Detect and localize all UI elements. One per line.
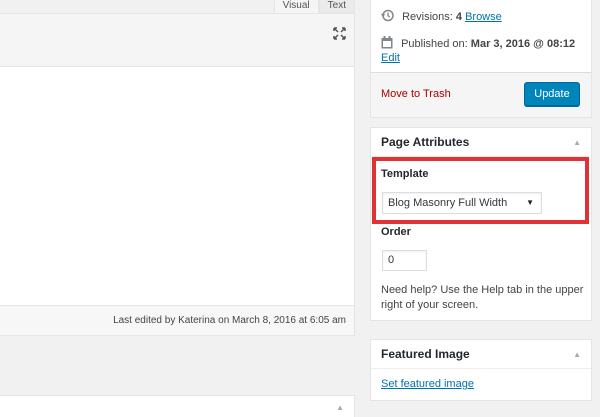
publish-box: Revisions: 4 Browse Published on: Mar 3,… xyxy=(370,0,592,118)
collapse-arrow-icon[interactable]: ▲ xyxy=(573,128,581,157)
template-highlight-frame xyxy=(372,157,589,224)
featured-image-box: Featured Image ▲ Set featured image xyxy=(370,339,592,401)
last-edited-status: Last edited by Katerina on March 8, 2016… xyxy=(0,305,354,335)
editor-body[interactable] xyxy=(0,68,354,304)
set-featured-image-link[interactable]: Set featured image xyxy=(381,378,474,390)
lower-meta-box: ▲ xyxy=(0,395,355,417)
editor-toolbar xyxy=(0,14,354,67)
published-row: Published on: Mar 3, 2016 @ 08:12 xyxy=(381,36,575,52)
tab-visual[interactable]: Visual xyxy=(273,0,319,13)
order-input[interactable]: 0 xyxy=(382,250,427,271)
update-button[interactable]: Update xyxy=(524,82,580,106)
help-text: Need help? Use the Help tab in the upper… xyxy=(381,284,584,311)
published-date: Mar 3, 2016 @ 08:12 xyxy=(470,37,576,50)
featured-image-title: Featured Image xyxy=(381,347,470,361)
edit-row: Edit xyxy=(381,52,400,64)
publish-actions: Move to Trash Update xyxy=(371,72,591,117)
editor-tabs: Visual Text xyxy=(273,0,355,13)
move-to-trash-link[interactable]: Move to Trash xyxy=(381,88,451,100)
content-editor: Last edited by Katerina on March 8, 2016… xyxy=(0,13,355,336)
published-label: Published on: xyxy=(401,37,468,50)
tab-text[interactable]: Text xyxy=(318,0,355,13)
revisions-label: Revisions: xyxy=(402,10,453,23)
browse-link[interactable]: Browse xyxy=(465,11,502,23)
revisions-row: Revisions: 4 Browse xyxy=(381,9,502,25)
calendar-icon xyxy=(381,36,393,52)
featured-image-header[interactable]: Featured Image ▲ xyxy=(371,340,591,369)
page-attributes-title: Page Attributes xyxy=(381,135,470,149)
revisions-count: 4 xyxy=(455,10,462,23)
collapse-arrow-icon[interactable]: ▲ xyxy=(336,403,344,412)
history-icon xyxy=(381,9,394,25)
order-label: Order xyxy=(381,226,411,238)
collapse-arrow-icon[interactable]: ▲ xyxy=(573,340,581,369)
fullscreen-icon[interactable] xyxy=(333,27,346,40)
edit-date-link[interactable]: Edit xyxy=(381,52,400,64)
page-attributes-header[interactable]: Page Attributes ▲ xyxy=(371,128,591,157)
